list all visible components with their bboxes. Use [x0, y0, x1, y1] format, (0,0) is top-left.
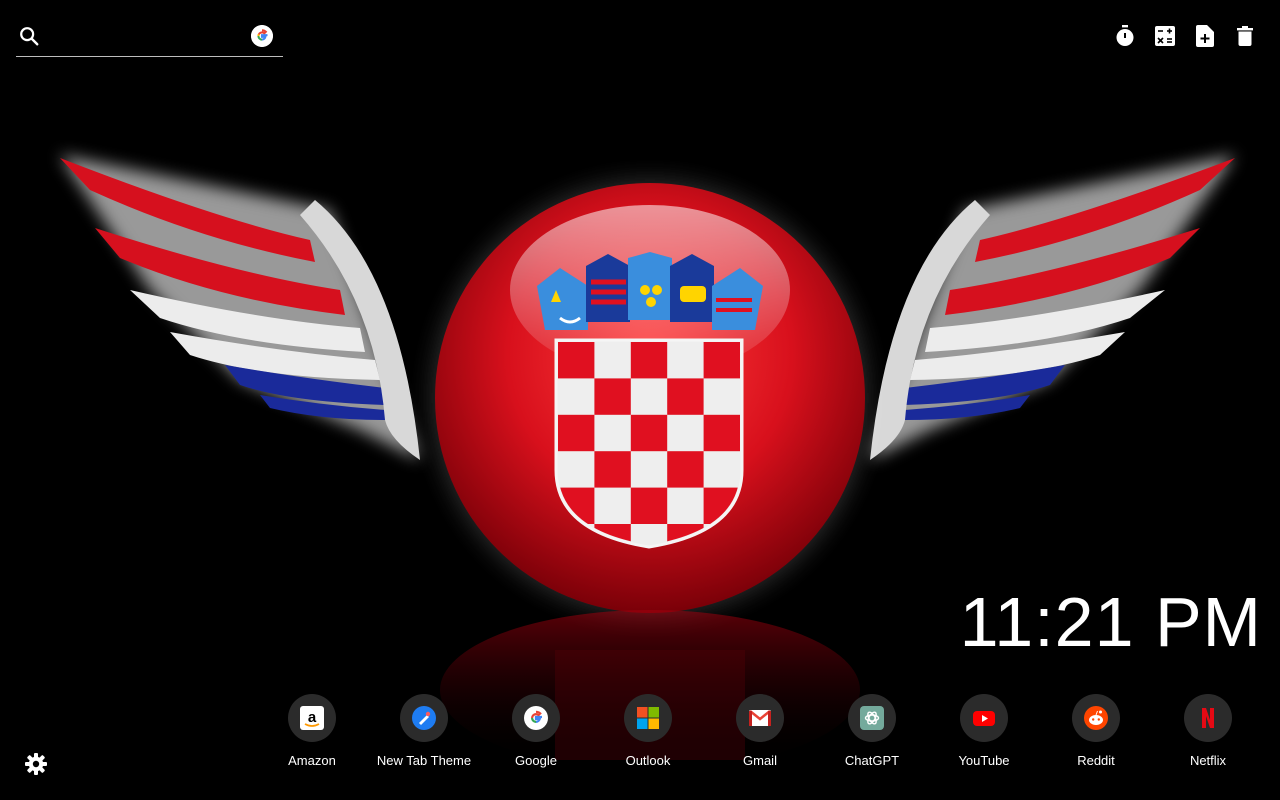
shortcut-label: Google — [515, 753, 557, 768]
chatgpt-icon — [860, 706, 884, 730]
trash-icon[interactable] — [1234, 24, 1256, 48]
shortcuts-bar: a Amazon New Tab Theme Google Outlook Gm… — [256, 694, 1264, 774]
shortcut-label: Reddit — [1077, 753, 1115, 768]
new-note-icon[interactable] — [1194, 24, 1216, 48]
outlook-icon — [637, 707, 659, 729]
shortcut-label: ChatGPT — [844, 753, 900, 768]
shortcut-chatgpt[interactable]: ChatGPT — [816, 694, 928, 768]
shortcut-label: Netflix — [1189, 753, 1227, 768]
amazon-icon: a — [300, 706, 324, 730]
google-search-engine-icon[interactable] — [251, 25, 273, 47]
shortcut-reddit[interactable]: Reddit — [1040, 694, 1152, 768]
google-icon — [524, 706, 548, 730]
wallpaper-croatia-emblem — [60, 155, 1235, 770]
gmail-icon — [749, 710, 771, 726]
svg-text:a: a — [308, 709, 317, 726]
shortcut-outlook[interactable]: Outlook — [592, 694, 704, 768]
shortcut-netflix[interactable]: Netflix — [1152, 694, 1264, 768]
shortcut-new-tab-theme[interactable]: New Tab Theme — [368, 694, 480, 768]
search-input[interactable] — [52, 24, 246, 50]
calculator-icon[interactable] — [1154, 24, 1176, 48]
timer-icon[interactable] — [1114, 24, 1136, 48]
netflix-icon — [1202, 708, 1214, 728]
search-icon[interactable] — [18, 25, 40, 47]
right-wing — [870, 155, 1235, 460]
shortcut-amazon[interactable]: a Amazon — [256, 694, 368, 768]
shortcut-label: Gmail — [743, 753, 777, 768]
new-tab-theme-icon — [412, 706, 436, 730]
search-bar — [16, 16, 283, 57]
shortcut-label: Amazon — [288, 753, 336, 768]
shortcut-label: Outlook — [625, 753, 671, 768]
gear-icon[interactable] — [24, 752, 48, 776]
youtube-icon — [973, 711, 995, 726]
top-toolbar — [1114, 24, 1256, 48]
shortcut-gmail[interactable]: Gmail — [704, 694, 816, 768]
reddit-icon — [1084, 706, 1108, 730]
shortcut-label: YouTube — [958, 753, 1010, 768]
shortcut-label: New Tab Theme — [376, 753, 472, 768]
clock-time: 11:21 PM — [959, 583, 1262, 661]
shortcut-youtube[interactable]: YouTube — [928, 694, 1040, 768]
left-wing — [60, 155, 420, 460]
shortcut-google[interactable]: Google — [480, 694, 592, 768]
